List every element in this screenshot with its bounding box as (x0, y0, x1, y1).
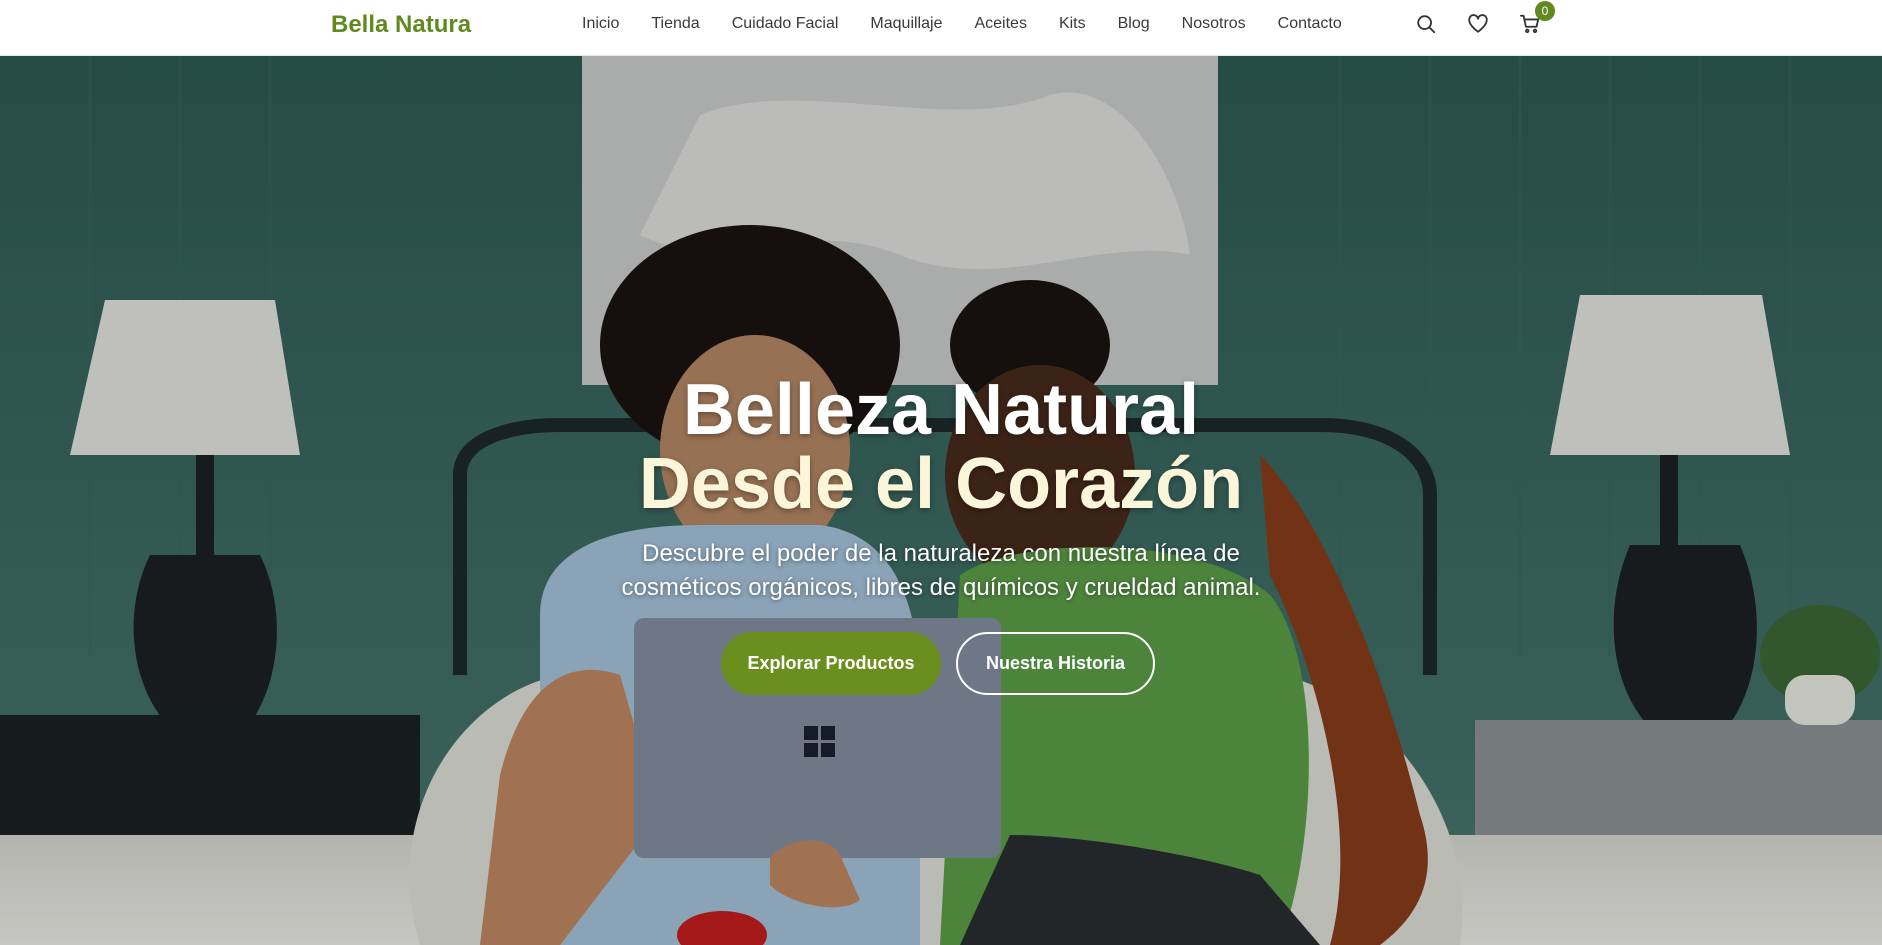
nav-item-cuidado-facial: Cuidado Facial (716, 12, 855, 36)
hero-subtitle: Descubre el poder de la naturaleza con n… (621, 540, 1261, 601)
nav-link-maquillaje[interactable]: Maquillaje (854, 12, 958, 36)
explore-products-button[interactable]: Explorar Productos (721, 632, 941, 695)
nav-item-nosotros: Nosotros (1166, 12, 1262, 36)
cart-count-badge: 0 (1535, 1, 1555, 21)
main-nav: Inicio Tienda Cuidado Facial Maquillaje … (582, 12, 1358, 36)
nav-link-tienda[interactable]: Tienda (635, 12, 715, 36)
hero-title-line1: Belleza Natural (682, 370, 1200, 450)
nav-item-inicio: Inicio (582, 12, 635, 36)
nav-item-blog: Blog (1102, 12, 1166, 36)
our-story-button[interactable]: Nuestra Historia (956, 632, 1155, 695)
header-actions: 0 (1413, 1, 1569, 37)
brand-logo[interactable]: Bella Natura (331, 10, 471, 40)
search-button[interactable] (1413, 11, 1439, 37)
wishlist-button[interactable] (1465, 11, 1491, 37)
nav-link-aceites[interactable]: Aceites (958, 12, 1042, 36)
nav-link-nosotros[interactable]: Nosotros (1166, 12, 1262, 36)
nav-item-kits: Kits (1043, 12, 1102, 36)
hero-section: Belleza Natural Desde el Corazón Descubr… (0, 55, 1882, 945)
site-header: Bella Natura Inicio Tienda Cuidado Facia… (0, 0, 1882, 56)
nav-item-maquillaje: Maquillaje (854, 12, 958, 36)
cart-button[interactable]: 0 (1517, 1, 1555, 37)
nav-link-cuidado-facial[interactable]: Cuidado Facial (716, 12, 855, 36)
nav-item-contacto: Contacto (1262, 12, 1358, 36)
heart-icon (1468, 14, 1488, 33)
nav-link-inicio[interactable]: Inicio (582, 12, 635, 36)
nav-link-contacto[interactable]: Contacto (1262, 12, 1358, 36)
nav-item-aceites: Aceites (958, 12, 1042, 36)
hero-title: Belleza Natural Desde el Corazón (0, 373, 1882, 521)
nav-link-kits[interactable]: Kits (1043, 12, 1102, 36)
hero-title-line2: Desde el Corazón (638, 444, 1244, 524)
nav-item-tienda: Tienda (635, 12, 715, 36)
nav-link-blog[interactable]: Blog (1102, 12, 1166, 36)
search-icon (1417, 15, 1436, 34)
